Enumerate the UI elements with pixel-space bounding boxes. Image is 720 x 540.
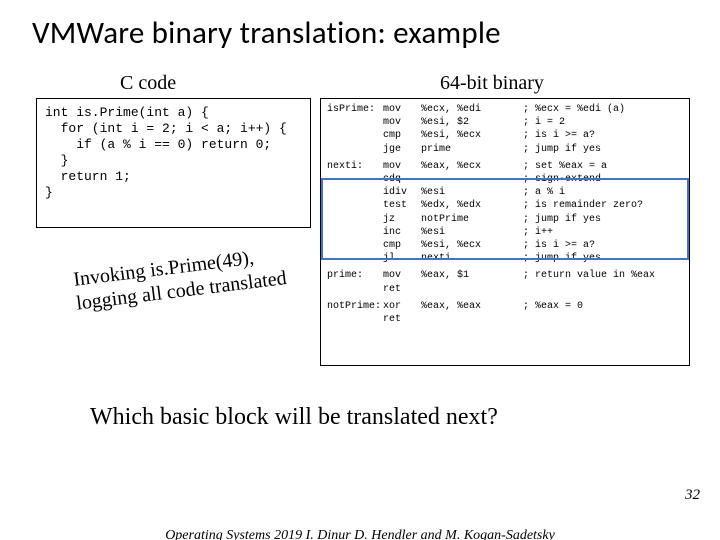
column-header-bin: 64-bit binary: [440, 72, 544, 95]
asm-row: ret: [327, 313, 683, 326]
asm-row: isPrime:mov%ecx, %edi; %ecx = %edi (a): [327, 103, 683, 116]
asm-row: prime:mov%eax, $1; return value in %eax: [327, 269, 683, 282]
column-header-c: C code: [120, 72, 176, 95]
slide-title: VMWare binary translation: example: [32, 14, 501, 52]
page-number: 32: [685, 487, 700, 504]
asm-row: mov%esi, $2; i = 2: [327, 116, 683, 129]
c-code-box: int is.Prime(int a) { for (int i = 2; i …: [36, 98, 311, 228]
asm-row: jznotPrime; jump if yes: [327, 213, 683, 226]
asm-row: nexti:mov%eax, %ecx; set %eax = a: [327, 160, 683, 173]
asm-row: cmp%esi, %ecx; is i >= a?: [327, 239, 683, 252]
footer-text: Operating Systems 2019 I. Dinur D. Hendl…: [0, 528, 720, 540]
question-text: Which basic block will be translated nex…: [90, 404, 498, 431]
asm-row: ret: [327, 283, 683, 296]
annotation: Invoking is.Prime(49), logging all code …: [72, 242, 288, 315]
asm-row: cdq; sign-extend: [327, 173, 683, 186]
asm-row: notPrime:xor%eax, %eax; %eax = 0: [327, 300, 683, 313]
asm-row: test%edx, %edx; is remainder zero?: [327, 199, 683, 212]
asm-row: inc%esi; i++: [327, 226, 683, 239]
asm-row: jlnexti; jump if yes: [327, 252, 683, 265]
asm-row: idiv%esi; a % i: [327, 186, 683, 199]
asm-row: cmp%esi, %ecx; is i >= a?: [327, 129, 683, 142]
asm-code-box: isPrime:mov%ecx, %edi; %ecx = %edi (a)mo…: [320, 98, 690, 366]
asm-row: jgeprime; jump if yes: [327, 143, 683, 156]
